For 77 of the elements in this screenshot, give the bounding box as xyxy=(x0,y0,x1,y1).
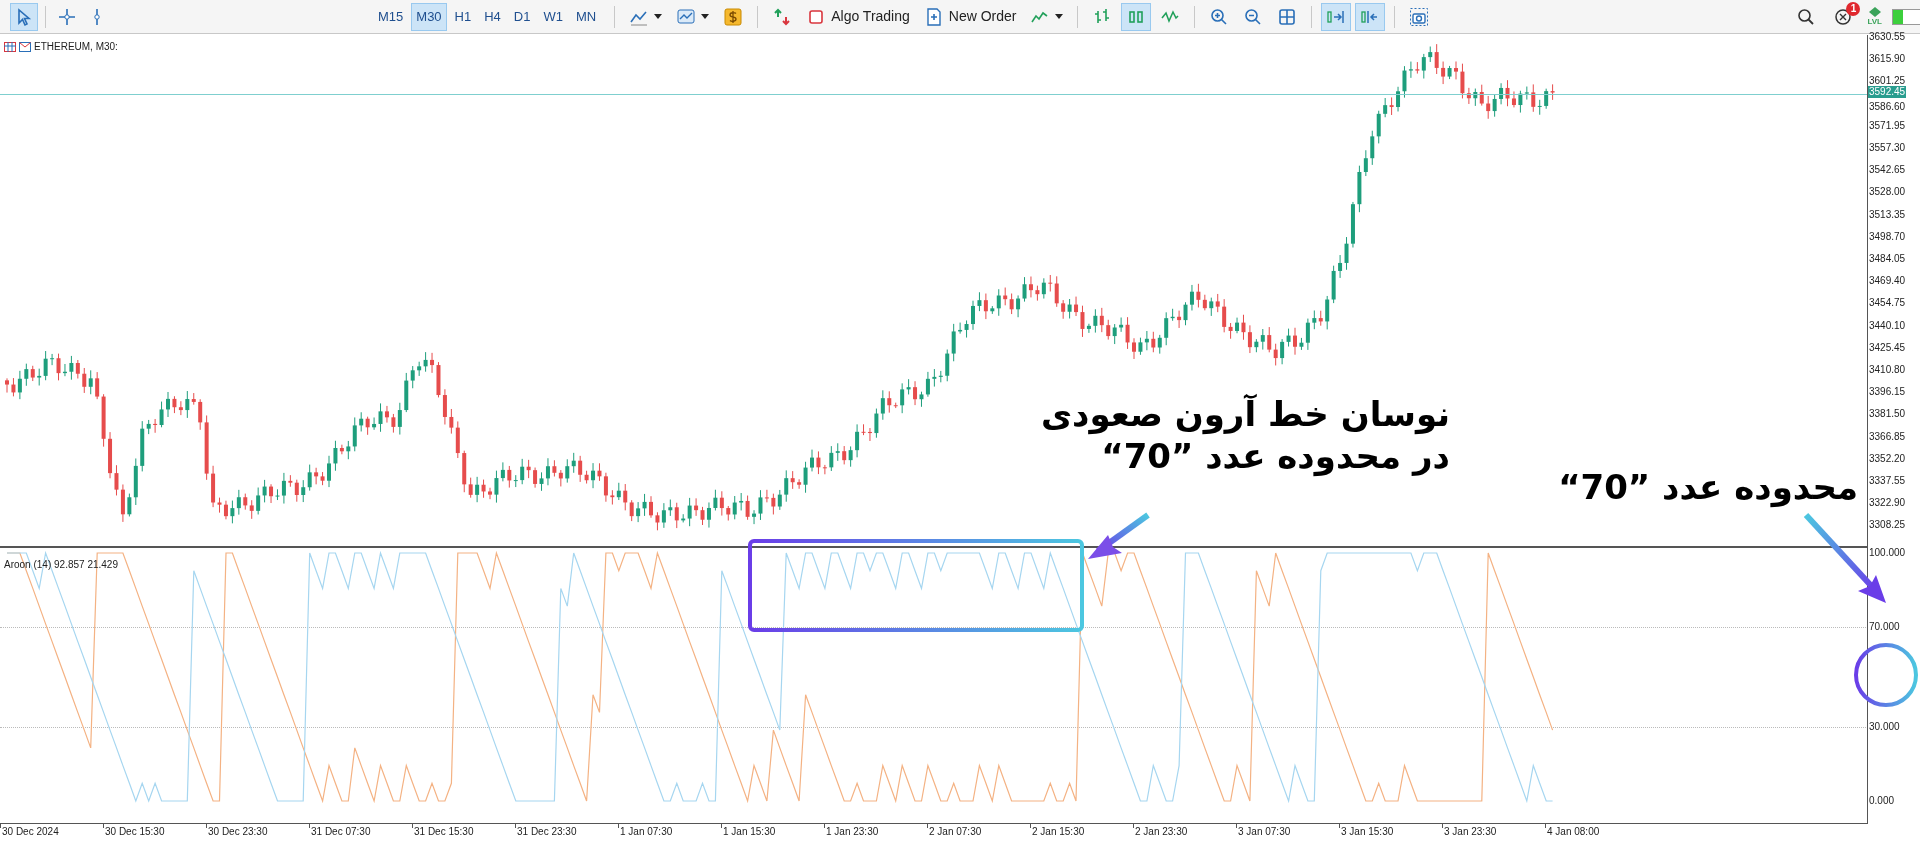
indicator-level-label: 0.000 xyxy=(1869,795,1895,807)
time-label: 2 Jan 23:30 xyxy=(1135,826,1188,838)
indicator-level-label: 70.000 xyxy=(1869,621,1900,634)
price-label: 3528.00 xyxy=(1869,186,1906,199)
timeframe-button[interactable]: W1 xyxy=(538,2,568,31)
diamond-icon xyxy=(1868,7,1881,17)
time-label: 1 Jan 15:30 xyxy=(723,826,776,838)
timeframe-button[interactable]: M30 xyxy=(411,2,447,31)
time-label: 2 Jan 15:30 xyxy=(1032,826,1085,838)
time-label: 1 Jan 23:30 xyxy=(826,826,879,838)
price-label: 3630.55 xyxy=(1869,31,1906,43)
price-label: 3337.55 xyxy=(1869,475,1906,487)
price-label: 3308.25 xyxy=(1869,519,1906,532)
timeframe-button[interactable]: H1 xyxy=(449,2,477,31)
time-label: 3 Jan 07:30 xyxy=(1238,826,1291,838)
trade-arrows-icon xyxy=(772,6,793,27)
notification-badge: 1 xyxy=(1846,1,1861,16)
time-label: 3 Jan 23:30 xyxy=(1444,826,1497,838)
time-label: 4 Jan 08:00 xyxy=(1547,826,1600,838)
timeframe-button[interactable]: MN xyxy=(570,2,602,31)
toolbar-button[interactable]: Algo Trading xyxy=(801,2,915,31)
price-label: 3440.10 xyxy=(1869,319,1906,332)
time-label: 3 Jan 15:30 xyxy=(1341,826,1394,838)
tool-button[interactable] xyxy=(10,2,38,31)
time-label: 30 Dec 15:30 xyxy=(105,826,165,838)
annotation-text: در محدوده عدد ”70“ xyxy=(1101,435,1450,477)
dollar-icon xyxy=(723,6,744,27)
level-label: LVL xyxy=(1867,17,1882,26)
annotation-text: نوسان خط آرون صعودی xyxy=(1040,393,1450,435)
time-label: 31 Dec 23:30 xyxy=(517,826,577,838)
price-label: 3586.60 xyxy=(1869,100,1906,113)
price-label: 3454.75 xyxy=(1869,297,1906,310)
time-label: 2 Jan 07:30 xyxy=(929,826,982,838)
current-price-label: 3592.45 xyxy=(1868,86,1907,98)
price-label: 3513.35 xyxy=(1869,208,1906,221)
price-label: 3352.20 xyxy=(1869,452,1906,465)
toolbar-icon-button[interactable] xyxy=(1355,2,1386,31)
table-icon xyxy=(4,41,16,52)
timeframe-button[interactable]: D1 xyxy=(508,2,536,31)
template-icon xyxy=(676,6,697,27)
price-label: 3381.50 xyxy=(1869,408,1906,421)
toolbar-icon-button[interactable] xyxy=(1321,2,1352,31)
notifications-button[interactable]: 1 xyxy=(1829,3,1858,30)
price-label: 3542.65 xyxy=(1869,164,1906,177)
camera-icon xyxy=(1409,6,1430,27)
time-label: 30 Dec 2024 xyxy=(2,826,59,838)
highlight-circle xyxy=(1854,643,1918,707)
annotation-text: محدوده عدد ”70“ xyxy=(1558,466,1858,508)
price-label: 3571.95 xyxy=(1869,119,1906,132)
annotation-arrow xyxy=(1088,512,1150,559)
time-label: 1 Jan 07:30 xyxy=(620,826,673,838)
price-label: 3425.45 xyxy=(1869,341,1906,354)
price-label: 3601.25 xyxy=(1869,75,1906,87)
crosshair-icon xyxy=(57,6,77,27)
timeframe-button[interactable]: M15 xyxy=(373,2,409,31)
price-label: 3484.05 xyxy=(1869,253,1906,265)
envelope-icon xyxy=(19,41,31,52)
price-label: 3615.90 xyxy=(1869,53,1906,66)
indicator-level-label: 100.000 xyxy=(1869,547,1906,559)
chart-symbol: ETHEREUM, M30: xyxy=(34,40,118,54)
toolbar-icon-button[interactable] xyxy=(1121,2,1152,31)
time-label: 31 Dec 07:30 xyxy=(311,826,371,838)
price-label: 3557.30 xyxy=(1869,142,1906,154)
price-label: 3469.40 xyxy=(1869,275,1906,288)
timeframe-button[interactable]: H4 xyxy=(479,2,506,31)
price-label: 3366.85 xyxy=(1869,430,1906,443)
price-label: 3410.80 xyxy=(1869,364,1906,376)
indicator-level-label: 30.000 xyxy=(1869,720,1900,733)
indicator-label: Aroon (14) 92.857 21.429 xyxy=(4,558,118,572)
time-label: 30 Dec 23:30 xyxy=(208,826,268,838)
grid-icon xyxy=(1277,6,1298,27)
price-label: 3322.90 xyxy=(1869,497,1906,510)
toolbar-button[interactable]: New Order xyxy=(918,2,1022,31)
price-label: 3498.70 xyxy=(1869,230,1906,243)
search-icon xyxy=(1797,7,1816,26)
price-label: 3396.15 xyxy=(1869,386,1906,399)
time-label: 31 Dec 15:30 xyxy=(414,826,474,838)
